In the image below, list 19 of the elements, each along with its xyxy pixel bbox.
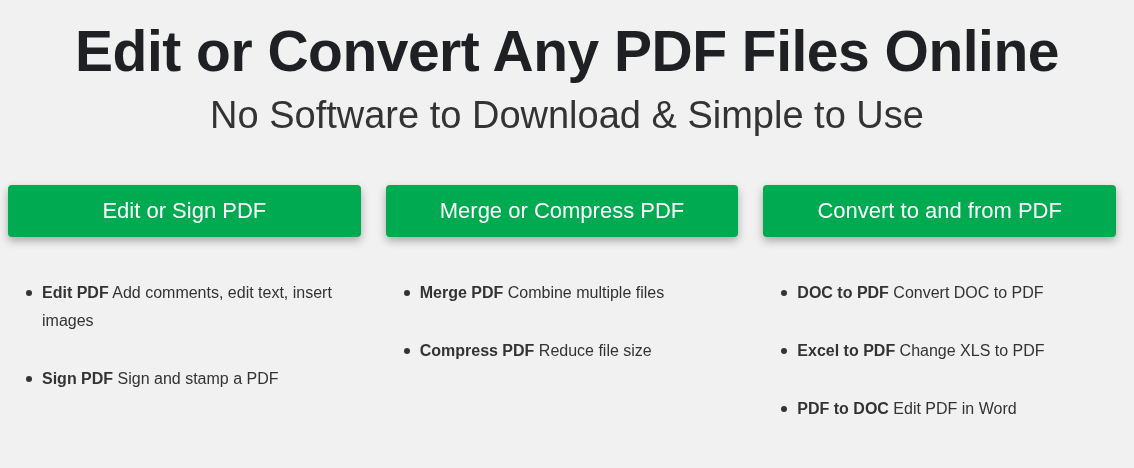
feature-description: PDF to DOC Edit PDF in Word <box>797 399 1017 419</box>
category-button[interactable]: Merge or Compress PDF <box>385 185 739 237</box>
bullet-icon <box>26 376 32 382</box>
feature-description: Excel to PDF Change XLS to PDF <box>797 341 1045 361</box>
page-heading: Edit or Convert Any PDF Files Online <box>74 18 1060 84</box>
category-button[interactable]: Convert to and from PDF <box>763 185 1116 237</box>
page-subheading: No Software to Download & Simple to Use <box>209 93 925 138</box>
feature-description: Edit PDF Add comments, edit text, insert images <box>42 283 333 331</box>
feature-description: Sign PDF Sign and stamp a PDF <box>42 369 279 389</box>
feature-description: DOC to PDF Convert DOC to PDF <box>797 283 1044 303</box>
bullet-icon <box>403 290 410 296</box>
bullet-icon <box>781 348 788 354</box>
feature-description: Compress PDF Reduce file size <box>419 341 652 361</box>
bullet-icon <box>26 290 32 296</box>
bullet-icon <box>781 406 788 412</box>
feature-description: Merge PDF Combine multiple files <box>419 283 665 303</box>
category-button[interactable]: Edit or Sign PDF <box>8 185 361 237</box>
bullet-icon <box>403 348 410 354</box>
bullet-icon <box>781 290 788 296</box>
